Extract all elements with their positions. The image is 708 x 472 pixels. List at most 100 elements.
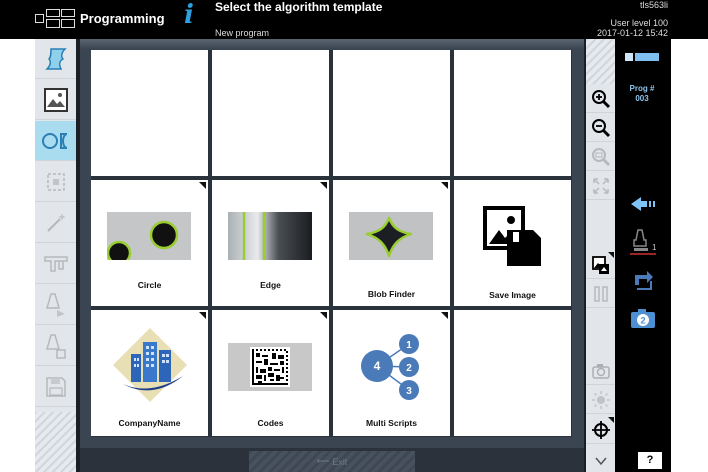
template-slot-empty[interactable] <box>454 310 571 436</box>
camera-number: 2 <box>640 316 645 326</box>
left-toolbar <box>35 39 76 472</box>
save-icon <box>45 376 66 397</box>
template-save-image[interactable]: Save Image <box>454 180 571 306</box>
panel-header-strip <box>80 39 584 49</box>
region-tool-button[interactable] <box>35 162 76 202</box>
multi-scripts-icon: 4 1 2 3 <box>361 334 419 400</box>
scroll-down-icon <box>594 457 607 466</box>
template-menu-indicator[interactable] <box>320 182 327 189</box>
template-menu-indicator[interactable] <box>199 312 206 319</box>
magic-wand-button[interactable] <box>35 203 76 243</box>
image-tool-button[interactable] <box>35 80 76 120</box>
template-slot-empty[interactable] <box>333 50 450 176</box>
caliper-icon <box>43 255 68 272</box>
left-toolbar-filler <box>35 412 76 472</box>
template-label: Save Image <box>489 290 536 300</box>
pause-button[interactable] <box>586 280 615 308</box>
zoom-out-icon <box>591 118 610 137</box>
left-margin <box>0 39 35 472</box>
app-layout-icon[interactable] <box>35 9 75 28</box>
prog-number: 003 <box>635 94 649 103</box>
help-button[interactable]: ? <box>638 452 662 469</box>
camera-settings-button[interactable] <box>586 357 615 385</box>
camera-button[interactable]: 2 <box>626 306 660 330</box>
exit-button[interactable]: ⟵ Exit <box>249 451 415 472</box>
camera-settings-icon <box>591 363 610 379</box>
tool-flow-icon <box>45 292 65 317</box>
menu-indicator <box>608 417 614 423</box>
top-bar: Programming i Select the algorithm templ… <box>0 0 708 39</box>
template-codes[interactable]: Codes <box>212 310 329 436</box>
brightness-button[interactable] <box>586 386 615 414</box>
template-circle[interactable]: Circle <box>91 180 208 306</box>
script-number: 3 <box>406 386 412 397</box>
caliper-tool-button[interactable] <box>35 244 76 284</box>
device-name: tls563li <box>639 0 668 10</box>
datetime: 2017-01-12 15:42 <box>596 28 668 38</box>
image-swap-button[interactable] <box>586 251 615 279</box>
zoom-in-icon <box>591 89 610 108</box>
blob-template-icon <box>349 212 433 260</box>
image-icon <box>43 87 68 112</box>
scroll-down-button[interactable] <box>586 447 615 472</box>
template-multi-scripts[interactable]: 4 1 2 3 Multi Scripts <box>333 310 450 436</box>
datamatrix-icon <box>228 343 312 391</box>
zoom-fit-icon <box>591 147 610 166</box>
zoom-in-button[interactable] <box>586 85 615 113</box>
zoom-fit-button[interactable] <box>586 143 615 171</box>
fullscreen-icon <box>592 177 609 194</box>
right-margin <box>671 39 708 472</box>
circle-template-icon <box>107 212 191 260</box>
template-company-name[interactable]: CompanyName <box>91 310 208 436</box>
template-label: Blob Finder <box>367 289 416 299</box>
sync-button[interactable] <box>626 268 660 292</box>
exit-label: Exit <box>332 456 348 467</box>
script-number: 1 <box>406 340 412 351</box>
input-arrow-button[interactable] <box>626 192 660 216</box>
template-menu-indicator[interactable] <box>199 182 206 189</box>
tool-branch-icon <box>45 333 66 359</box>
crosshair-button[interactable] <box>586 416 615 444</box>
save-tool-button[interactable] <box>35 367 76 407</box>
shape-tools-icon <box>41 132 67 149</box>
trigger-count: 1 <box>652 243 657 252</box>
arrow-left-icon <box>631 197 655 211</box>
trigger-icon: 1 <box>630 229 657 255</box>
template-slot-empty[interactable] <box>454 50 571 176</box>
bottom-bar: ⟵ Exit <box>80 448 584 472</box>
template-label: Circle <box>137 280 162 290</box>
company-logo-icon <box>113 328 187 402</box>
template-label: CompanyName <box>118 418 181 428</box>
tool-flow-button[interactable] <box>35 285 76 325</box>
trigger-button[interactable]: 1 <box>626 228 660 256</box>
info-icon[interactable]: i <box>184 0 194 30</box>
zoom-out-button[interactable] <box>586 114 615 142</box>
template-slot-empty[interactable] <box>91 50 208 176</box>
template-slot-empty[interactable] <box>212 50 329 176</box>
template-blob-finder[interactable]: Blob Finder <box>333 180 450 306</box>
sync-icon <box>635 271 653 290</box>
page-subtitle: New program <box>215 28 270 38</box>
program-tool-button[interactable] <box>35 39 76 79</box>
brightness-icon <box>591 390 610 409</box>
template-label: Codes <box>257 418 284 428</box>
save-image-icon <box>483 206 541 266</box>
prog-label: Prog # <box>629 84 655 93</box>
status-bar-icon <box>625 53 659 61</box>
template-label: Edge <box>260 280 281 290</box>
template-edge[interactable]: Edge <box>212 180 329 306</box>
fullscreen-button[interactable] <box>586 172 615 200</box>
template-menu-indicator[interactable] <box>441 312 448 319</box>
edge-template-icon <box>228 212 312 260</box>
tool-branch-button[interactable] <box>35 326 76 366</box>
template-menu-indicator[interactable] <box>441 182 448 189</box>
screen: Programming i Select the algorithm templ… <box>0 0 708 472</box>
script-number: 2 <box>406 363 412 374</box>
app-title: Programming <box>80 11 165 26</box>
template-menu-indicator[interactable] <box>320 312 327 319</box>
page-title: Select the algorithm template <box>215 0 383 14</box>
shape-tool-button[interactable] <box>35 121 76 161</box>
template-label: Multi Scripts <box>365 418 417 428</box>
camera-icon: 2 <box>631 309 655 328</box>
program-number-label: Prog # 003 <box>618 84 666 104</box>
